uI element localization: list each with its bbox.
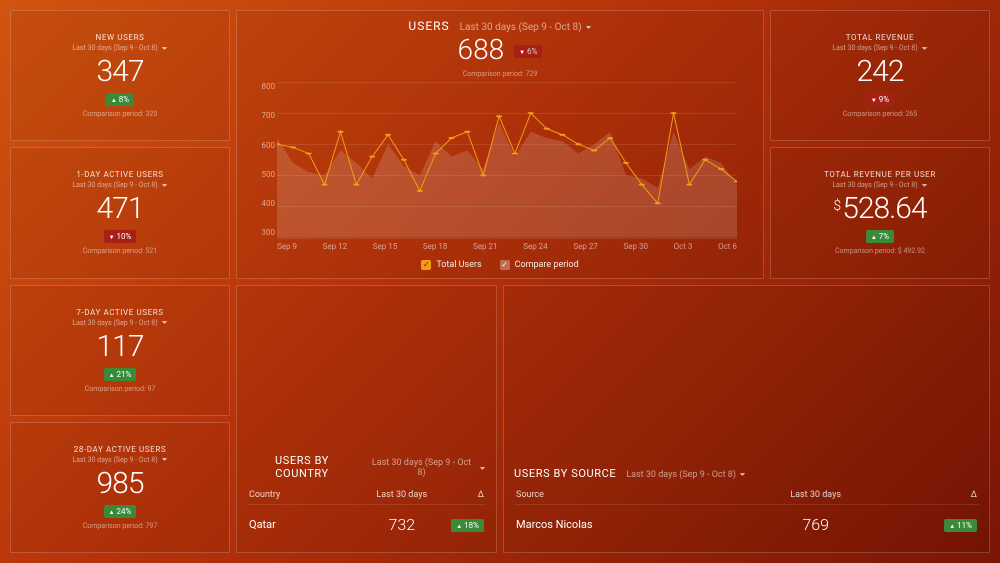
chart-legend: ✓Total Users ✓Compare period	[247, 260, 753, 270]
row-name: Qatar	[249, 518, 367, 531]
delta-badge: 9%	[866, 93, 894, 106]
card-users-by-source: USERS BY SOURCE Last 30 days (Sep 9 - Oc…	[503, 285, 990, 554]
period-selector[interactable]: Last 30 days (Sep 9 - Oct 8)	[626, 470, 746, 480]
table-header-row: Country Last 30 days Δ	[247, 486, 486, 505]
arrow-up-icon	[109, 507, 115, 516]
comparison-text: Comparison period: 320	[83, 110, 158, 118]
arrow-down-icon	[871, 95, 877, 104]
table-header-row: Source Last 30 days Δ	[514, 486, 979, 505]
period-selector[interactable]: Last 30 days (Sep 9 - Oct 8)	[460, 22, 592, 33]
stat-value: $528.64	[833, 191, 926, 226]
card-7day-active: 7-DAY ACTIVE USERS Last 30 days (Sep 9 -…	[10, 285, 230, 416]
card-28day-active: 28-DAY ACTIVE USERS Last 30 days (Sep 9 …	[10, 422, 230, 553]
arrow-up-icon	[949, 521, 955, 530]
delta-badge: 24%	[104, 505, 137, 518]
delta-badge: 21%	[104, 368, 137, 381]
card-1day-active: 1-DAY ACTIVE USERS Last 30 days (Sep 9 -…	[10, 147, 230, 278]
chevron-down-icon	[479, 465, 486, 472]
period-selector[interactable]: Last 30 days (Sep 9 - Oct 8)	[367, 458, 486, 478]
period-selector[interactable]: Last 30 days (Sep 9 - Oct 8)	[72, 181, 167, 189]
col-header: Δ	[437, 490, 484, 500]
chevron-down-icon	[161, 182, 168, 189]
comparison-text: Comparison period: 729	[247, 70, 753, 78]
row-delta: 11%	[885, 518, 977, 532]
delta-badge: 8%	[106, 93, 134, 106]
chart-value: 688	[458, 33, 505, 66]
arrow-up-icon	[871, 232, 877, 241]
card-users-by-country: USERS BY COUNTRY Last 30 days (Sep 9 - O…	[236, 285, 497, 554]
arrow-down-icon	[109, 232, 115, 241]
stat-title: 1-DAY ACTIVE USERS	[76, 170, 163, 179]
table-title: USERS BY SOURCE	[514, 467, 616, 480]
table-title: USERS BY COUNTRY	[247, 454, 357, 480]
currency-symbol: $	[833, 198, 840, 214]
period-selector[interactable]: Last 30 days (Sep 9 - Oct 8)	[72, 456, 167, 464]
row-name: Marcos Nicolas	[516, 518, 747, 531]
arrow-up-icon	[456, 521, 462, 530]
stat-value: 117	[97, 329, 144, 364]
table-row[interactable]: Qatar 732 18%	[247, 505, 486, 544]
row-delta: 18%	[437, 518, 484, 532]
stat-value: 471	[97, 191, 144, 226]
col-header: Source	[516, 490, 747, 500]
chevron-down-icon	[161, 45, 168, 52]
checkbox-icon: ✓	[500, 260, 510, 270]
delta-badge: 10%	[104, 230, 137, 243]
arrow-up-icon	[109, 370, 115, 379]
stat-value: 985	[97, 466, 144, 501]
row-value: 769	[747, 515, 885, 534]
y-axis: 800700600500400300	[249, 82, 275, 238]
card-total-revenue: TOTAL REVENUE Last 30 days (Sep 9 - Oct …	[770, 10, 990, 141]
stat-title: TOTAL REVENUE	[846, 33, 914, 42]
comparison-text: Comparison period: 797	[83, 522, 158, 530]
period-selector[interactable]: Last 30 days (Sep 9 - Oct 8)	[832, 181, 927, 189]
arrow-down-icon	[519, 47, 525, 56]
legend-item-total[interactable]: ✓Total Users	[421, 260, 481, 270]
stat-title: TOTAL REVENUE PER USER	[824, 170, 936, 179]
card-users-chart: USERS Last 30 days (Sep 9 - Oct 8) 688 6…	[236, 10, 764, 279]
chevron-down-icon	[161, 456, 168, 463]
period-selector[interactable]: Last 30 days (Sep 9 - Oct 8)	[72, 319, 167, 327]
chevron-down-icon	[921, 182, 928, 189]
card-revenue-per-user: TOTAL REVENUE PER USER Last 30 days (Sep…	[770, 147, 990, 278]
legend-item-compare[interactable]: ✓Compare period	[500, 260, 579, 270]
stat-title: 7-DAY ACTIVE USERS	[76, 308, 163, 317]
comparison-text: Comparison period: $ 492.92	[835, 247, 925, 255]
delta-badge: 6%	[514, 45, 542, 58]
stat-title: 28-DAY ACTIVE USERS	[74, 445, 166, 454]
line-chart-svg	[277, 82, 737, 238]
chart-title: USERS	[408, 19, 449, 33]
delta-badge: 7%	[866, 230, 894, 243]
checkbox-icon: ✓	[421, 260, 431, 270]
table-row[interactable]: Marcos Nicolas 769 11%	[514, 505, 979, 544]
chevron-down-icon	[161, 319, 168, 326]
card-new-users: NEW USERS Last 30 days (Sep 9 - Oct 8) 3…	[10, 10, 230, 141]
col-header: Δ	[885, 490, 977, 500]
comparison-text: Comparison period: 97	[85, 385, 156, 393]
chevron-down-icon	[739, 471, 746, 478]
x-axis: Sep 9Sep 12Sep 15Sep 18Sep 21Sep 24Sep 2…	[277, 242, 737, 256]
stat-title: NEW USERS	[96, 33, 145, 42]
period-selector[interactable]: Last 30 days (Sep 9 - Oct 8)	[72, 44, 167, 52]
chart-plot-area: 800700600500400300 Sep 9Sep 12Sep 15Sep …	[277, 82, 737, 256]
arrow-up-icon	[111, 95, 117, 104]
stat-value: 347	[97, 54, 144, 89]
col-header: Country	[249, 490, 367, 500]
comparison-text: Comparison period: 521	[83, 247, 158, 255]
col-header: Last 30 days	[747, 490, 885, 500]
stat-value: 242	[857, 54, 904, 89]
col-header: Last 30 days	[367, 490, 438, 500]
row-value: 732	[367, 515, 438, 534]
chevron-down-icon	[921, 45, 928, 52]
comparison-text: Comparison period: 265	[843, 110, 918, 118]
period-selector[interactable]: Last 30 days (Sep 9 - Oct 8)	[832, 44, 927, 52]
chevron-down-icon	[585, 24, 592, 31]
